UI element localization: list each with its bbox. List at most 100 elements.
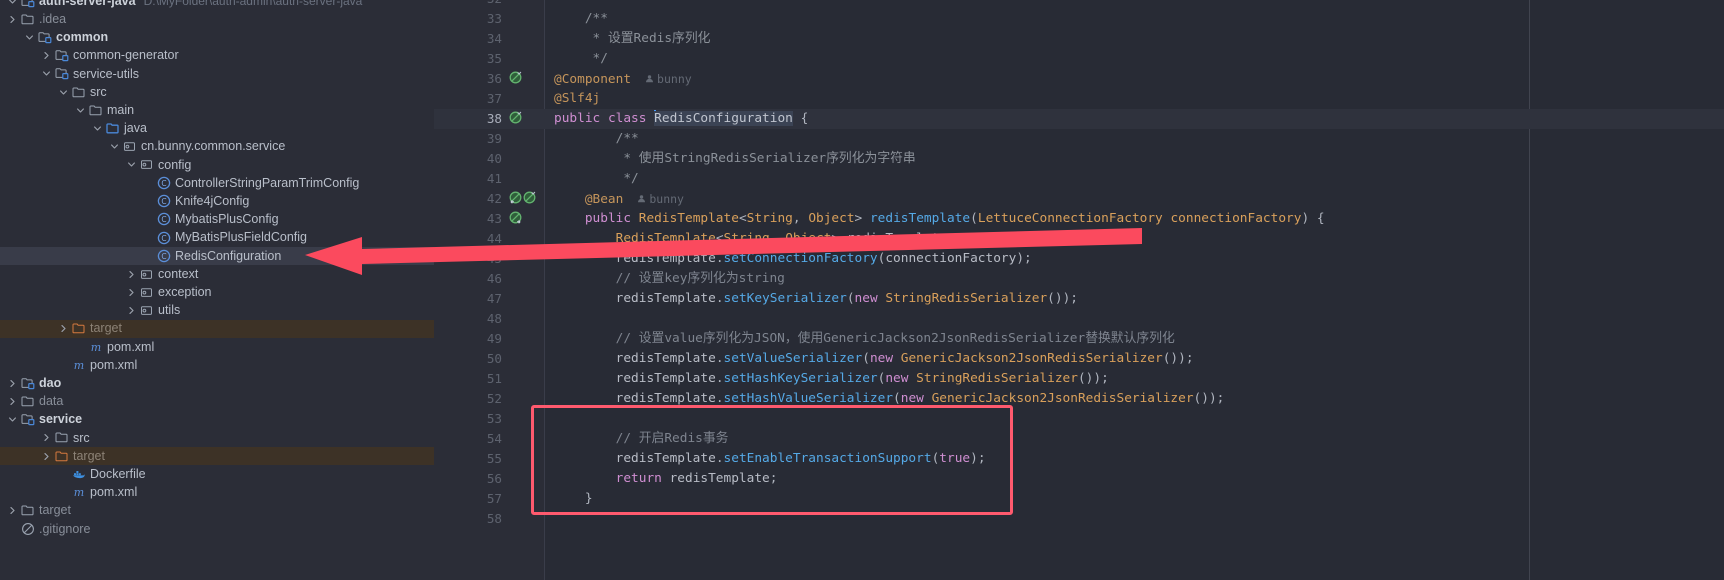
spring-bean-icon[interactable] xyxy=(523,191,536,207)
tree-item-target[interactable]: target xyxy=(0,447,434,466)
code-line-51[interactable]: 51 redisTemplate.setHashKeySerializer(ne… xyxy=(434,369,1724,389)
code-text[interactable]: /** xyxy=(554,129,639,149)
code-text[interactable]: redisTemplate.setHashValueSerializer(new… xyxy=(554,389,1225,409)
tree-item-dao[interactable]: dao xyxy=(0,374,434,392)
code-line-38[interactable]: 38 public class RedisConfiguration { xyxy=(434,109,1724,129)
code-line-42[interactable]: 42 @Bean bunny xyxy=(434,189,1724,209)
code-line-33[interactable]: 33 /** xyxy=(434,9,1724,29)
chevron-down-icon[interactable] xyxy=(6,0,19,6)
code-text[interactable]: redisTemplate.setEnableTransactionSuppor… xyxy=(554,449,986,469)
code-line-35[interactable]: 35 */ xyxy=(434,49,1724,69)
code-line-44[interactable]: 44 RedisTemplate<String, Object> redisTe… xyxy=(434,229,1724,249)
tree-item-common-generator[interactable]: common-generator xyxy=(0,47,434,65)
code-line-52[interactable]: 52 redisTemplate.setHashValueSerializer(… xyxy=(434,389,1724,409)
tree-item-config[interactable]: config xyxy=(0,156,434,174)
tree-item-mybatisplusfieldconfig[interactable]: C MyBatisPlusFieldConfig xyxy=(0,229,434,247)
code-text[interactable]: redisTemplate.setHashKeySerializer(new S… xyxy=(554,369,1109,389)
tree-item--idea[interactable]: .idea xyxy=(0,10,434,28)
chevron-right-icon[interactable] xyxy=(40,452,53,461)
tree-item-dockerfile[interactable]: Dockerfile xyxy=(0,465,434,483)
code-line-39[interactable]: 39 /** xyxy=(434,129,1724,149)
code-line-46[interactable]: 46 // 设置key序列化为string xyxy=(434,269,1724,289)
code-line-48[interactable]: 48 xyxy=(434,309,1724,329)
tree-item-src[interactable]: src xyxy=(0,429,434,447)
chevron-right-icon[interactable] xyxy=(40,51,53,60)
code-line-55[interactable]: 55 redisTemplate.setEnableTransactionSup… xyxy=(434,449,1724,469)
chevron-down-icon[interactable] xyxy=(91,124,104,133)
tree-item-pom-xml[interactable]: m pom.xml xyxy=(0,356,434,374)
tree-item-pom-xml[interactable]: m pom.xml xyxy=(0,338,434,356)
tree-item--gitignore[interactable]: .gitignore xyxy=(0,520,434,538)
code-text[interactable]: // 设置value序列化为JSON，使用GenericJackson2Json… xyxy=(554,329,1175,349)
code-text[interactable]: redisTemplate.setKeySerializer(new Strin… xyxy=(554,289,1078,309)
code-line-36[interactable]: 36 @Component bunny xyxy=(434,69,1724,89)
code-line-40[interactable]: 40 * 使用StringRedisSerializer序列化为字符串 xyxy=(434,149,1724,169)
tree-item-mybatisplusconfig[interactable]: C MybatisPlusConfig xyxy=(0,210,434,228)
chevron-down-icon[interactable] xyxy=(6,415,19,424)
tree-item-main[interactable]: main xyxy=(0,101,434,119)
code-line-47[interactable]: 47 redisTemplate.setKeySerializer(new St… xyxy=(434,289,1724,309)
chevron-right-icon[interactable] xyxy=(6,15,19,24)
tree-item-pom-xml[interactable]: m pom.xml xyxy=(0,483,434,501)
tree-item-exception[interactable]: exception xyxy=(0,283,434,301)
tree-item-src[interactable]: src xyxy=(0,83,434,101)
code-line-50[interactable]: 50 redisTemplate.setValueSerializer(new … xyxy=(434,349,1724,369)
tree-item-service-utils[interactable]: service-utils xyxy=(0,65,434,83)
chevron-down-icon[interactable] xyxy=(108,142,121,151)
chevron-down-icon[interactable] xyxy=(40,69,53,78)
chevron-down-icon[interactable] xyxy=(57,88,70,97)
chevron-right-icon[interactable] xyxy=(6,397,19,406)
tree-item-context[interactable]: context xyxy=(0,265,434,283)
code-text[interactable]: @Slf4j xyxy=(554,89,600,109)
tree-item-utils[interactable]: utils xyxy=(0,301,434,319)
code-line-34[interactable]: 34 * 设置Redis序列化 xyxy=(434,29,1724,49)
code-text[interactable]: } xyxy=(554,489,593,509)
tree-item-target[interactable]: target xyxy=(0,319,434,338)
chevron-right-icon[interactable] xyxy=(6,379,19,388)
code-text[interactable]: @Component bunny xyxy=(554,69,692,90)
tree-item-common[interactable]: common xyxy=(0,28,434,46)
code-line-43[interactable]: 43 public RedisTemplate<String, Object> … xyxy=(434,209,1724,229)
chevron-down-icon[interactable] xyxy=(23,33,36,42)
tree-item-cn-bunny-common-service[interactable]: cn.bunny.common.service xyxy=(0,138,434,156)
code-line-49[interactable]: 49 // 设置value序列化为JSON，使用GenericJackson2J… xyxy=(434,329,1724,349)
code-text[interactable]: * 设置Redis序列化 xyxy=(554,29,711,49)
gutter-icons[interactable] xyxy=(509,111,522,127)
tree-item-knife4jconfig[interactable]: C Knife4jConfig xyxy=(0,192,434,210)
code-text[interactable]: * 使用StringRedisSerializer序列化为字符串 xyxy=(554,149,915,169)
code-text[interactable]: */ xyxy=(554,49,608,69)
gutter-icons[interactable] xyxy=(509,71,522,87)
tree-item-target[interactable]: target xyxy=(0,502,434,520)
code-line-54[interactable]: 54 // 开启Redis事务 xyxy=(434,429,1724,449)
code-line-53[interactable]: 53 xyxy=(434,409,1724,429)
tree-item-java[interactable]: java xyxy=(0,119,434,137)
chevron-right-icon[interactable] xyxy=(6,506,19,515)
tree-item-redisconfiguration[interactable]: C RedisConfiguration xyxy=(0,246,434,265)
gutter-icons[interactable] xyxy=(509,191,536,207)
chevron-right-icon[interactable] xyxy=(57,324,70,333)
code-text[interactable]: redisTemplate.setValueSerializer(new Gen… xyxy=(554,349,1194,369)
code-text[interactable]: return redisTemplate; xyxy=(554,469,778,489)
chevron-down-icon[interactable] xyxy=(74,106,87,115)
code-line-37[interactable]: 37 @Slf4j xyxy=(434,89,1724,109)
code-text[interactable]: /** xyxy=(554,9,608,29)
code-line-45[interactable]: 45 redisTemplate.setConnectionFactory(co… xyxy=(434,249,1724,269)
spring-bean-go-icon[interactable] xyxy=(509,211,522,227)
code-text[interactable]: // 设置key序列化为string xyxy=(554,269,785,289)
tree-item-auth-server-java[interactable]: auth-server-java D:\MyFolder\auth-admin\a… xyxy=(0,0,434,10)
chevron-down-icon[interactable] xyxy=(125,160,138,169)
chevron-right-icon[interactable] xyxy=(125,306,138,315)
tree-item-data[interactable]: data xyxy=(0,392,434,410)
chevron-right-icon[interactable] xyxy=(125,288,138,297)
code-line-41[interactable]: 41 */ xyxy=(434,169,1724,189)
spring-bean-icon[interactable] xyxy=(509,71,522,87)
tree-item-controllerstringparamtrimconfig[interactable]: C ControllerStringParamTrimConfig xyxy=(0,174,434,192)
chevron-right-icon[interactable] xyxy=(125,270,138,279)
code-line-56[interactable]: 56 return redisTemplate; xyxy=(434,469,1724,489)
chevron-right-icon[interactable] xyxy=(40,433,53,442)
code-text[interactable]: // 开启Redis事务 xyxy=(554,429,729,449)
code-text[interactable]: public RedisTemplate<String, Object> red… xyxy=(554,209,1325,229)
tree-item-service[interactable]: service xyxy=(0,411,434,429)
code-line-58[interactable]: 58 xyxy=(434,509,1724,529)
code-text[interactable]: RedisTemplate<String, Object> redisTempl… xyxy=(554,229,1140,249)
